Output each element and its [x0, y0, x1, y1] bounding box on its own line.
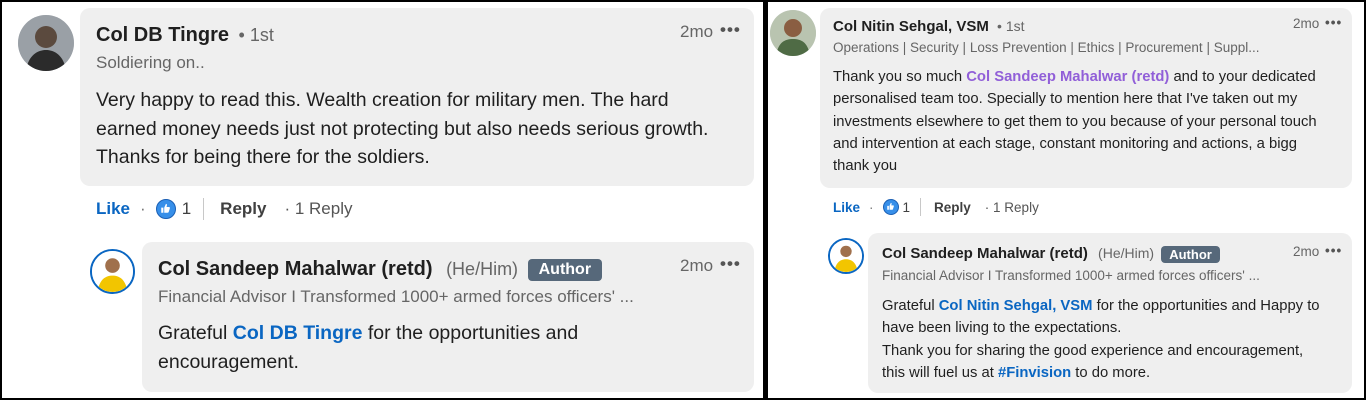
reply-bubble: Col Sandeep Mahalwar (retd) (He/Him) Aut…: [142, 242, 754, 392]
commenter-name-text[interactable]: Col Nitin Sehgal, VSM: [833, 18, 989, 35]
reply-text: Grateful: [882, 298, 939, 314]
commenter-avatar[interactable]: [18, 15, 74, 71]
commenter-headline: Operations | Security | Loss Prevention …: [833, 40, 1260, 55]
reply-bubble: Col Sandeep Mahalwar (retd) (He/Him) Aut…: [868, 233, 1352, 393]
mention-link[interactable]: Col Sandeep Mahalwar (retd): [966, 69, 1169, 85]
replies-count-link[interactable]: · 1 Reply: [284, 199, 352, 219]
reply-author-name[interactable]: Col Sandeep Mahalwar (retd) (He/Him) Aut…: [882, 245, 1220, 263]
pronouns: (He/Him): [446, 259, 519, 279]
reply-author-avatar[interactable]: [828, 238, 864, 274]
reply-body: Grateful Col Nitin Sehgal, VSM for the o…: [882, 295, 1322, 384]
hashtag-link[interactable]: #Finvision: [998, 365, 1071, 381]
like-reaction-icon[interactable]: [155, 199, 176, 219]
like-reaction-icon[interactable]: [882, 199, 899, 215]
comment-body: Very happy to read this. Wealth creation…: [96, 89, 709, 168]
connection-degree: • 1st: [997, 18, 1025, 34]
reply-author-avatar[interactable]: [90, 249, 135, 294]
connection-degree: • 1st: [238, 25, 274, 45]
comment-actions: Like · 1 Reply · 1 Reply: [833, 198, 1039, 216]
like-button[interactable]: Like: [833, 200, 860, 215]
comment-text: Thank you so much: [833, 69, 967, 85]
right-comment-panel: Col Nitin Sehgal, VSM • 1st Operations |…: [768, 2, 1364, 398]
commenter-name-text[interactable]: Col DB Tingre: [96, 24, 229, 46]
more-options-icon[interactable]: •••: [1325, 15, 1342, 30]
author-badge: Author: [1161, 245, 1220, 263]
reply-author-name-text[interactable]: Col Sandeep Mahalwar (retd): [882, 245, 1088, 262]
commenter-name[interactable]: Col DB Tingre • 1st: [96, 24, 274, 47]
reaction-count[interactable]: 1: [903, 200, 911, 215]
user-photo-icon: [830, 240, 862, 272]
reply-author-headline: Financial Advisor I Transformed 1000+ ar…: [882, 268, 1260, 283]
reply-timestamp: 2mo: [680, 256, 714, 275]
actions-divider: [203, 198, 205, 220]
more-options-icon[interactable]: •••: [720, 20, 741, 40]
mention-link[interactable]: Col DB Tingre: [233, 322, 363, 344]
commenter-avatar[interactable]: [770, 10, 816, 56]
reaction-count[interactable]: 1: [182, 199, 191, 219]
separator-dot: ·: [869, 199, 874, 215]
comment-bubble: Col Nitin Sehgal, VSM • 1st Operations |…: [820, 8, 1352, 188]
author-badge: Author: [527, 258, 603, 281]
comment-body: Thank you so much Col Sandeep Mahalwar (…: [833, 66, 1333, 177]
mention-link[interactable]: Col Nitin Sehgal, VSM: [939, 298, 1093, 314]
reply-author-name-text[interactable]: Col Sandeep Mahalwar (retd): [158, 258, 433, 280]
left-comment-panel: Col DB Tingre • 1st Soldiering on.. 2mo …: [2, 2, 763, 398]
comment-timestamp: 2mo: [680, 22, 714, 41]
commenter-name[interactable]: Col Nitin Sehgal, VSM • 1st: [833, 18, 1025, 35]
user-photo-icon: [18, 15, 74, 71]
reply-button[interactable]: Reply: [934, 200, 971, 215]
more-options-icon[interactable]: •••: [720, 254, 741, 274]
commenter-headline: Soldiering on..: [96, 53, 205, 72]
like-button[interactable]: Like: [96, 199, 130, 219]
reply-text: Grateful: [158, 322, 233, 344]
actions-divider: [920, 198, 922, 216]
reply-author-headline: Financial Advisor I Transformed 1000+ ar…: [158, 287, 634, 306]
reply-text: to do more.: [1071, 364, 1151, 381]
comment-bubble: Col DB Tingre • 1st Soldiering on.. 2mo …: [80, 8, 754, 186]
replies-count-link[interactable]: · 1 Reply: [985, 200, 1039, 215]
comment-timestamp: 2mo: [1293, 16, 1320, 31]
reply-author-name[interactable]: Col Sandeep Mahalwar (retd) (He/Him) Aut…: [158, 258, 603, 281]
more-options-icon[interactable]: •••: [1325, 243, 1342, 258]
comment-actions: Like · 1 Reply · 1 Reply: [96, 198, 353, 220]
separator-dot: ·: [140, 199, 146, 218]
reply-button[interactable]: Reply: [220, 199, 266, 219]
reply-body: Grateful Col DB Tingre for the opportuni…: [158, 319, 628, 376]
user-photo-icon: [770, 10, 816, 56]
reply-timestamp: 2mo: [1293, 244, 1320, 259]
pronouns: (He/Him): [1098, 245, 1155, 261]
user-photo-icon: [92, 251, 133, 292]
